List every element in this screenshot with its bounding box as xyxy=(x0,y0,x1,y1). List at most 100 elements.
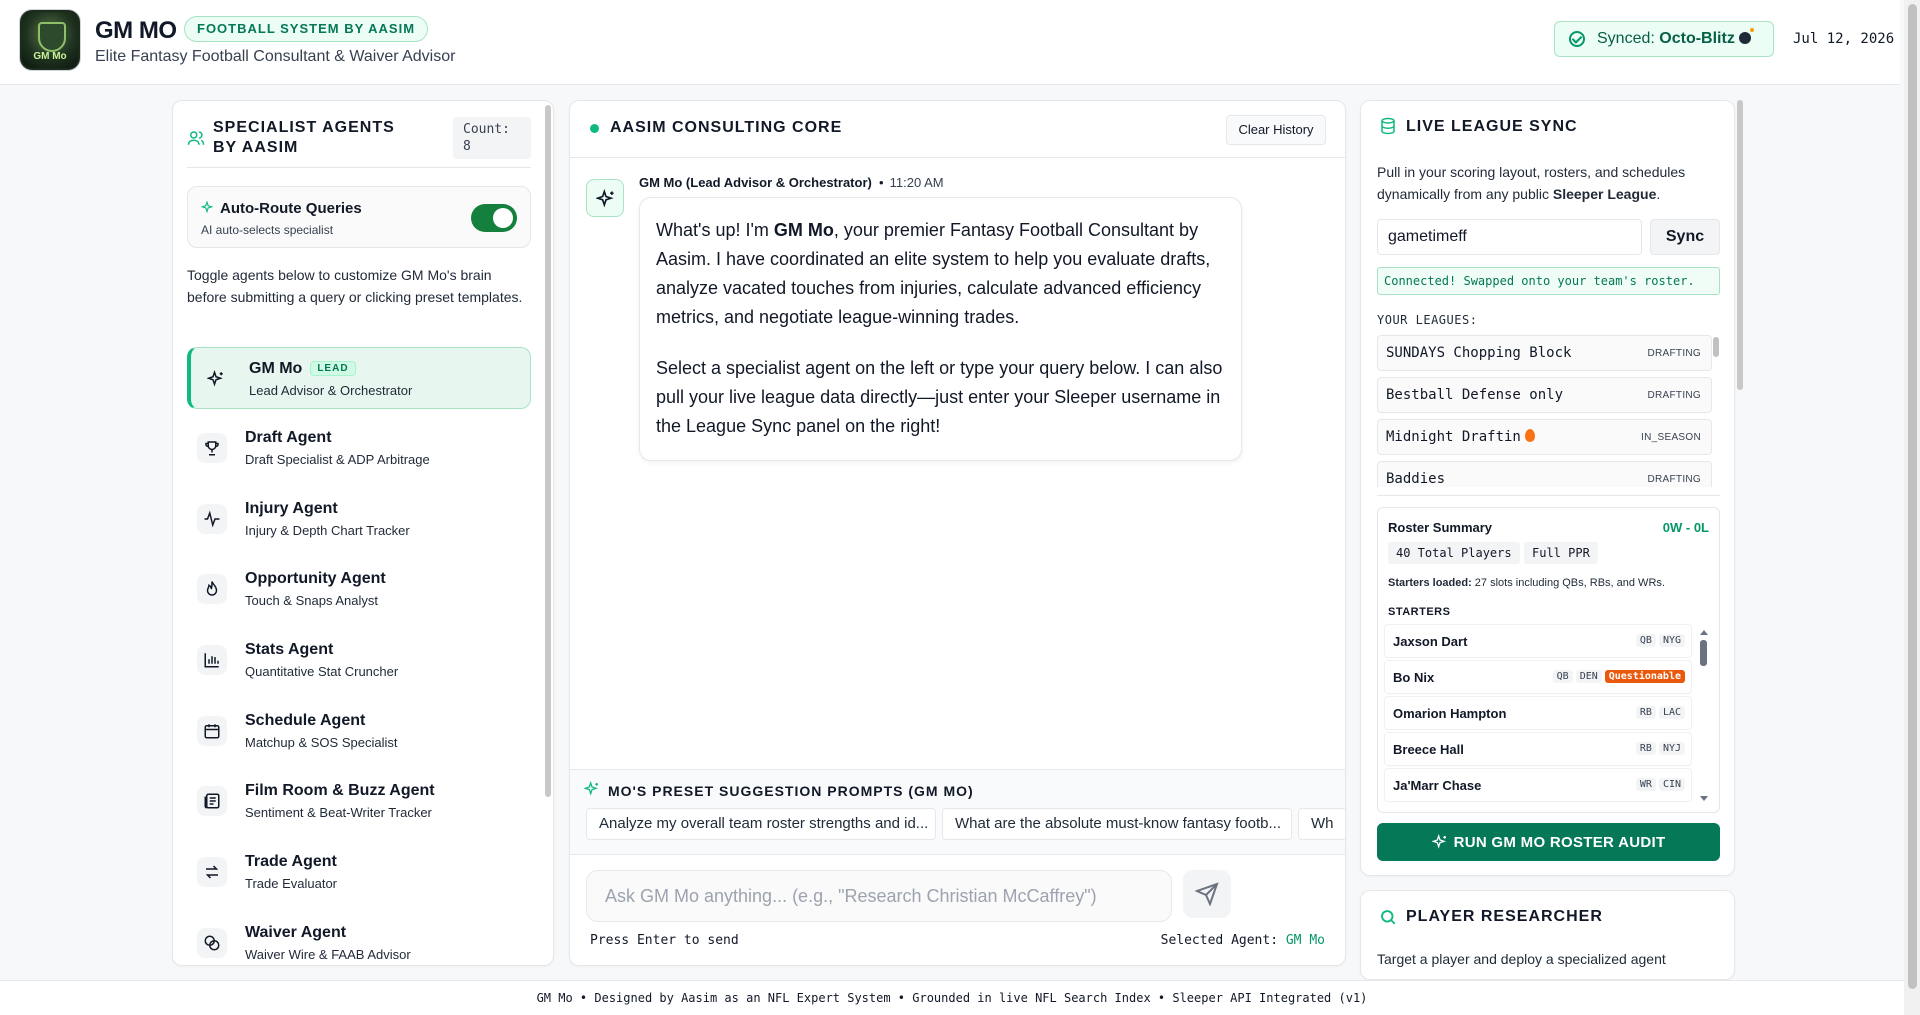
ask-input[interactable] xyxy=(586,870,1172,922)
divider xyxy=(187,167,531,168)
league-name: Midnight Draftin xyxy=(1386,429,1521,445)
league-status: DRAFTING xyxy=(1647,390,1701,401)
agent-desc: Sentiment & Beat-Writer Tracker xyxy=(245,805,432,820)
sync-description: Pull in your scoring layout, rosters, an… xyxy=(1377,164,1686,202)
agents-scrollbar-thumb[interactable] xyxy=(545,105,551,797)
core-title: AASIM CONSULTING CORE xyxy=(610,119,843,136)
player-name: Jaxson Dart xyxy=(1393,634,1468,649)
starters-list: Jaxson Dart QB NYG Bo Nix QB DEN Questionable… xyxy=(1384,624,1692,808)
agent-name: Schedule Agent xyxy=(245,712,366,729)
message-paragraph: Select a specialist agent on the left or… xyxy=(656,358,1223,436)
sparkles-icon xyxy=(200,201,214,214)
player-row[interactable]: Omarion Hampton RB LAC xyxy=(1384,696,1692,730)
message-bubble: What's up! I'm GM Mo, your premier Fanta… xyxy=(639,197,1242,461)
researcher-title: PLAYER RESEARCHER xyxy=(1406,908,1603,925)
preset-prompts-bar: MO'S PRESET SUGGESTION PROMPTS (GM MO) A… xyxy=(570,769,1345,855)
auto-route-label: Auto-Route Queries xyxy=(220,200,362,217)
users-icon xyxy=(187,131,205,145)
league-item[interactable]: Baddies DRAFTING xyxy=(1377,461,1712,487)
message-paragraph: What's up! I'm GM Mo, your premier Fanta… xyxy=(656,220,1211,327)
agent-name: GM Mo xyxy=(249,360,303,377)
enter-hint: Press Enter to send xyxy=(590,933,739,948)
starters-loaded: Starters loaded: 27 slots including QBs,… xyxy=(1388,577,1665,589)
starters-scrollbar-thumb[interactable] xyxy=(1700,640,1707,666)
agent-desc: Waiver Wire & FAAB Advisor xyxy=(245,947,411,962)
agent-item-opportunity[interactable]: Opportunity Agent Touch & Snaps Analyst xyxy=(187,558,531,620)
player-row[interactable]: Breece Hall RB NYJ xyxy=(1384,732,1692,766)
agent-item-draft[interactable]: Draft Agent Draft Specialist & ADP Arbit… xyxy=(187,417,531,479)
player-row[interactable]: Ja'Marr Chase WR CIN xyxy=(1384,768,1692,802)
agent-name: Waiver Agent xyxy=(245,924,347,941)
player-row[interactable]: Bo Nix QB DEN Questionable xyxy=(1384,660,1692,694)
coins-icon xyxy=(204,935,220,951)
app-subtitle: Elite Fantasy Football Consultant & Waiv… xyxy=(95,48,456,65)
agent-desc: Injury & Depth Chart Tracker xyxy=(245,523,410,538)
league-name: Baddies xyxy=(1386,471,1446,487)
clear-history-button[interactable]: Clear History xyxy=(1226,115,1326,145)
agent-item-gm-mo[interactable]: GM Mo LEAD Lead Advisor & Orchestrator xyxy=(187,347,531,409)
run-roster-audit-button[interactable]: RUN GM MO ROSTER AUDIT xyxy=(1377,823,1720,861)
agent-item-film-room[interactable]: Film Room & Buzz Agent Sentiment & Beat-… xyxy=(187,770,531,832)
page-scrollbar-thumb[interactable] xyxy=(1908,4,1917,989)
starters-heading: STARTERS xyxy=(1388,606,1451,618)
message-meta: GM Mo (Lead Advisor & Orchestrator) • 11:… xyxy=(639,175,944,190)
league-item[interactable]: SUNDAYS Chopping Block DRAFTING xyxy=(1377,335,1712,371)
sync-status-badge: Synced: Octo-Blitz xyxy=(1554,21,1774,57)
injury-status-tag: Questionable xyxy=(1604,670,1685,683)
team-tag: NYG xyxy=(1658,634,1685,647)
selected-agent-name: GM Mo xyxy=(1285,933,1325,948)
system-badge: FOOTBALL SYSTEM BY AASIM xyxy=(184,16,429,42)
current-date: Jul 12, 2026 xyxy=(1793,31,1895,47)
trophy-icon xyxy=(205,441,219,456)
send-button[interactable] xyxy=(1183,870,1231,918)
agent-item-injury[interactable]: Injury Agent Injury & Depth Chart Tracke… xyxy=(187,488,531,550)
agent-desc: Draft Specialist & ADP Arbitrage xyxy=(245,452,430,467)
app-title: GM MO xyxy=(95,17,177,44)
agent-item-trade[interactable]: Trade Agent Trade Evaluator xyxy=(187,841,531,903)
league-list: SUNDAYS Chopping Block DRAFTING Bestball … xyxy=(1377,335,1712,487)
sleeper-username-input[interactable] xyxy=(1377,219,1642,255)
player-name: Bo Nix xyxy=(1393,670,1435,685)
lead-tag: LEAD xyxy=(310,361,356,376)
specialist-agents-panel: SPECIALIST AGENTS BY AASIM Count: 8 Auto… xyxy=(172,100,554,966)
team-tag: LAC xyxy=(1658,706,1685,719)
agent-item-schedule[interactable]: Schedule Agent Matchup & SOS Specialist xyxy=(187,700,531,762)
position-tag: WR xyxy=(1635,778,1656,791)
agent-item-stats[interactable]: Stats Agent Quantitative Stat Cruncher xyxy=(187,629,531,691)
preset-chip[interactable]: What are the absolute must-know fantasy … xyxy=(942,808,1292,840)
position-tag: RB xyxy=(1635,706,1656,719)
researcher-desc: Target a player and deploy a specialized… xyxy=(1377,951,1666,967)
consulting-core-panel: AASIM CONSULTING CORE Clear History GM M… xyxy=(569,100,1346,966)
presets-title: MO'S PRESET SUGGESTION PROMPTS (GM MO) xyxy=(608,783,974,799)
total-players-pill: 40 Total Players xyxy=(1388,542,1520,564)
pulse-icon xyxy=(204,510,220,528)
league-status: DRAFTING xyxy=(1647,474,1701,485)
sync-button[interactable]: Sync xyxy=(1650,219,1720,255)
agent-name: Trade Agent xyxy=(245,853,337,870)
search-icon xyxy=(1381,910,1396,925)
league-item[interactable]: Bestball Defense only DRAFTING xyxy=(1377,377,1712,413)
preset-chip[interactable]: Analyze my overall team roster strengths… xyxy=(586,808,936,840)
preset-chip[interactable]: Wh xyxy=(1298,808,1345,840)
auto-route-toggle[interactable] xyxy=(471,204,517,232)
league-item[interactable]: Midnight Draftin IN_SEASON xyxy=(1377,419,1712,455)
agent-name: Opportunity Agent xyxy=(245,570,386,587)
agent-desc: Touch & Snaps Analyst xyxy=(245,593,378,608)
agent-item-waiver[interactable]: Waiver Agent Waiver Wire & FAAB Advisor xyxy=(187,912,531,965)
leagues-scrollbar-thumb[interactable] xyxy=(1713,337,1719,357)
divider xyxy=(570,157,1345,158)
auto-route-sub: AI auto-selects specialist xyxy=(201,223,334,237)
player-row[interactable]: Jaxson Dart QB NYG xyxy=(1384,624,1692,658)
roster-title: Roster Summary xyxy=(1388,520,1493,535)
right-column-scrollbar-thumb[interactable] xyxy=(1737,100,1743,390)
scroll-down-arrow-icon[interactable] xyxy=(1700,796,1708,801)
shield-icon xyxy=(38,22,66,52)
sparkles-icon xyxy=(596,189,614,208)
position-tag: RB xyxy=(1635,742,1656,755)
agent-desc: Lead Advisor & Orchestrator xyxy=(249,383,413,398)
live-league-sync-panel: LIVE LEAGUE SYNC Pull in your scoring la… xyxy=(1360,100,1735,876)
league-name: Bestball Defense only xyxy=(1386,387,1564,403)
team-tag: DEN xyxy=(1575,670,1602,683)
scroll-up-arrow-icon[interactable] xyxy=(1700,630,1708,635)
agent-desc: Quantitative Stat Cruncher xyxy=(245,664,399,679)
